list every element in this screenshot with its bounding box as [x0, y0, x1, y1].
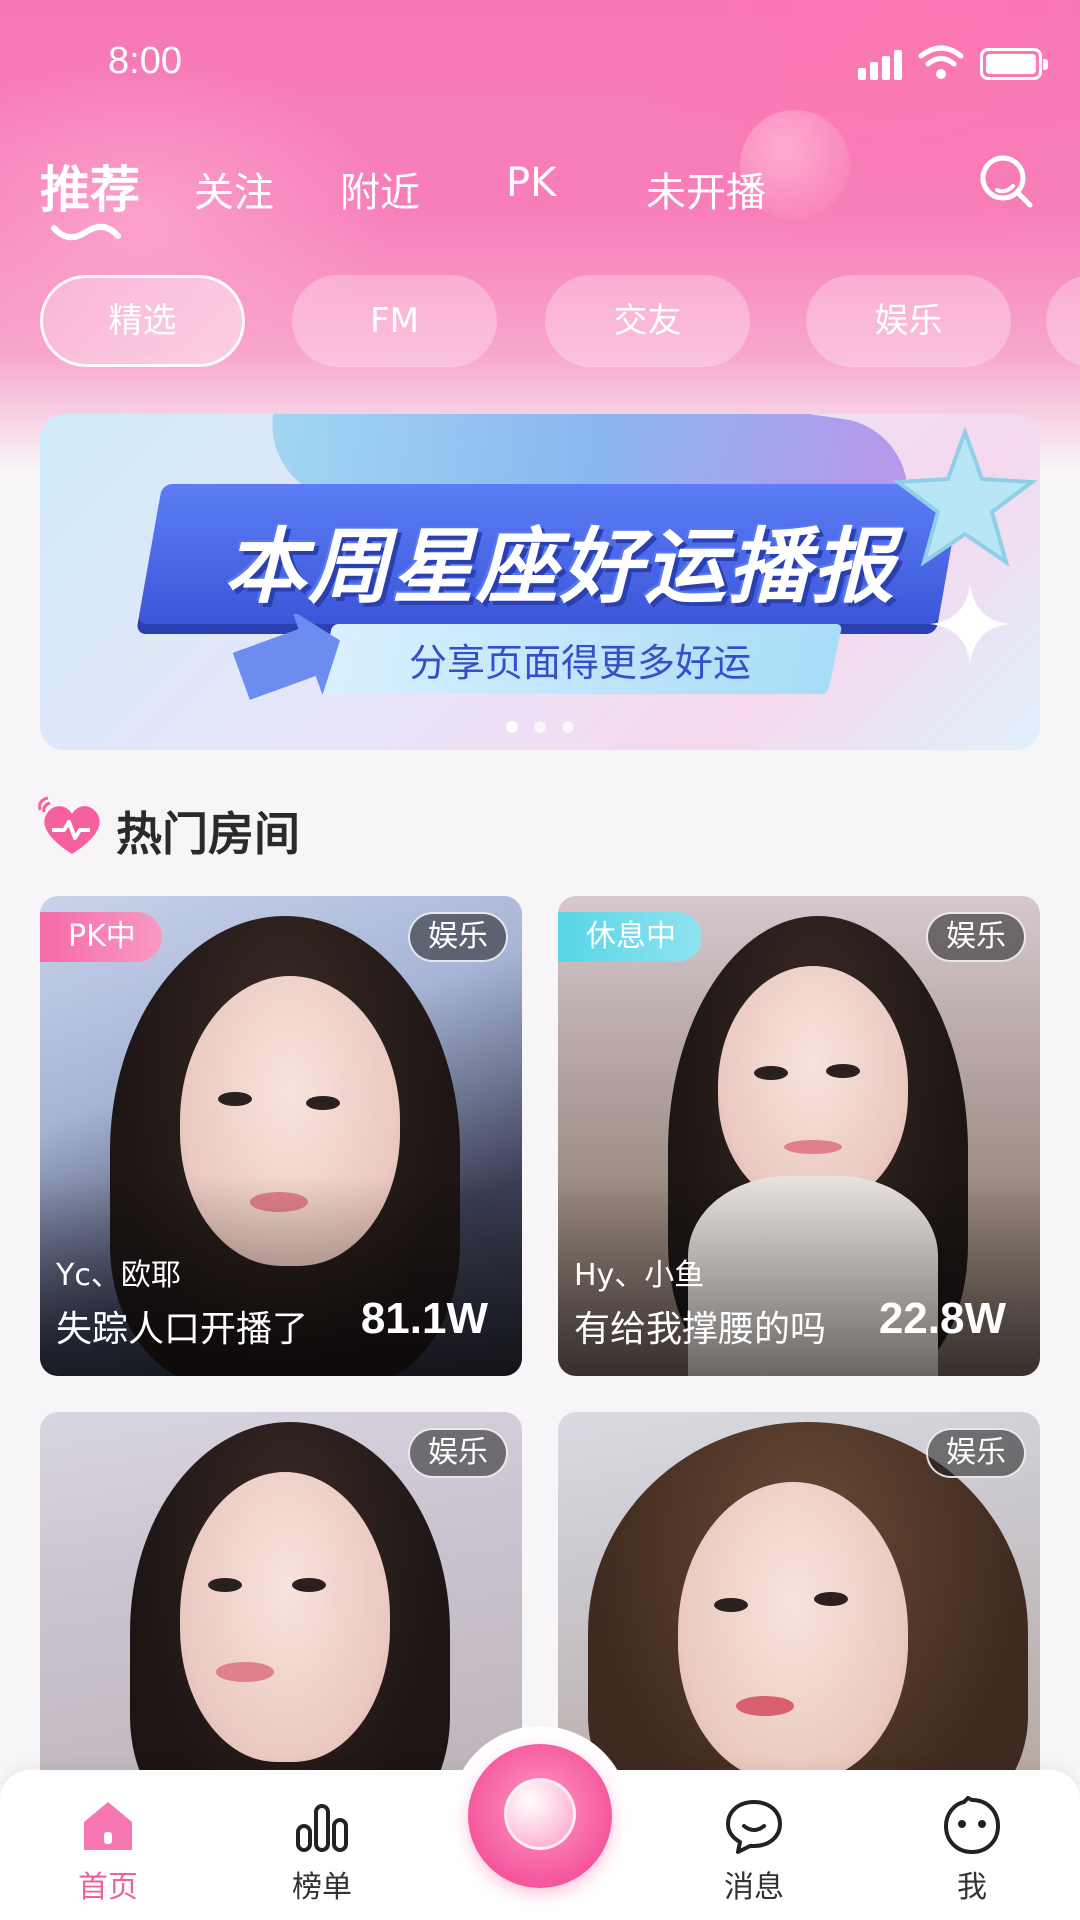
nav-profile-label: 我: [957, 1870, 987, 1905]
nav-messages-label: 消息: [724, 1870, 784, 1905]
banner-subtitle: 分享页面得更多好运: [408, 641, 751, 685]
pagination-dot[interactable]: [534, 721, 546, 733]
status-time: 8:00: [108, 40, 182, 82]
chip-more-partial[interactable]: [1046, 275, 1080, 367]
wifi-icon: [918, 45, 964, 79]
heart-pulse-icon: [38, 796, 100, 854]
viewer-count: 81.1W: [360, 1294, 488, 1343]
nav-profile[interactable]: 我: [912, 1796, 1032, 1906]
tab-nearby[interactable]: 附近: [340, 160, 420, 218]
viewer-count: 22.8W: [878, 1294, 1006, 1343]
category-badge: 娱乐: [408, 1428, 508, 1478]
section-title: 热门房间: [116, 807, 300, 861]
room-title: 失踪人口开播了: [56, 1309, 309, 1350]
pagination-dot[interactable]: [506, 721, 518, 733]
bubble-icon: [504, 1778, 576, 1850]
pagination-dot[interactable]: [562, 721, 574, 733]
banner-pagination: [40, 718, 1040, 737]
sparkle-icon: [930, 584, 1010, 664]
status-bar: 8:00: [0, 0, 1080, 120]
banner-title: 本周星座好运播报: [224, 520, 896, 615]
tab-follow[interactable]: 关注: [194, 160, 274, 218]
arrow-decoration-icon: [232, 614, 340, 700]
star-decoration-icon: [892, 426, 1038, 567]
host-name: Yc、欧耶: [56, 1258, 181, 1293]
nav-messages[interactable]: 消息: [694, 1796, 814, 1906]
chip-featured[interactable]: 精选: [40, 275, 245, 367]
tab-recommend[interactable]: 推荐: [40, 150, 140, 222]
bar-chart-icon: [296, 1804, 348, 1852]
chip-friends[interactable]: 交友: [545, 275, 750, 367]
nav-home[interactable]: 首页: [48, 1796, 168, 1906]
chat-bubble-icon: [726, 1800, 782, 1854]
category-badge: 娱乐: [926, 912, 1026, 962]
host-name: Hy、小鱼: [574, 1258, 705, 1293]
room-card[interactable]: PK中 娱乐 Yc、欧耶 失踪人口开播了 81.1W: [40, 896, 522, 1376]
go-live-button[interactable]: [468, 1744, 612, 1888]
section-header: 热门房间: [36, 792, 636, 864]
battery-icon: [980, 48, 1048, 80]
home-icon: [84, 1802, 132, 1850]
tab-not-live[interactable]: 未开播: [646, 160, 766, 218]
status-badge: PK中: [40, 912, 162, 962]
category-chips: 精选 FM 交友 娱乐: [0, 275, 1080, 371]
promo-banner[interactable]: 本周星座好运播报 分享页面得更多好运: [40, 414, 1040, 750]
category-badge: 娱乐: [408, 912, 508, 962]
active-tab-indicator: [51, 223, 121, 241]
nav-ranking-label: 榜单: [292, 1870, 352, 1905]
status-badge: 休息中: [558, 912, 702, 962]
face-icon: [943, 1796, 1001, 1855]
search-icon[interactable]: [975, 150, 1037, 212]
room-title: 有给我撑腰的吗: [574, 1309, 827, 1350]
top-tab-bar: 推荐 关注 附近 PK 未开播: [0, 150, 1080, 250]
room-card[interactable]: 娱乐: [40, 1412, 522, 1792]
room-card[interactable]: 休息中 娱乐 Hy、小鱼 有给我撑腰的吗 22.8W: [558, 896, 1040, 1376]
room-card[interactable]: 娱乐: [558, 1412, 1040, 1792]
tab-pk[interactable]: PK: [506, 160, 556, 206]
category-badge: 娱乐: [926, 1428, 1026, 1478]
chip-entertainment[interactable]: 娱乐: [806, 275, 1011, 367]
signal-icon: [858, 48, 904, 80]
nav-home-label: 首页: [78, 1870, 138, 1905]
nav-ranking[interactable]: 榜单: [262, 1796, 382, 1906]
chip-fm[interactable]: FM: [292, 275, 497, 367]
